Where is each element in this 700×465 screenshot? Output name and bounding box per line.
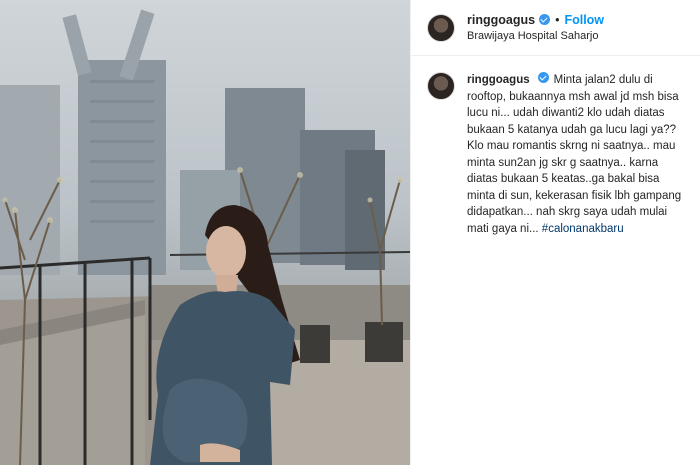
caption-text-block: ringgoagus Minta jalan2 dulu di rooftop, … — [467, 72, 684, 237]
tower-left — [78, 60, 166, 275]
caption-username-link[interactable]: ringgoagus — [467, 74, 530, 86]
caption-comment: ringgoagus Minta jalan2 dulu di rooftop, … — [411, 56, 700, 237]
post-header-meta: ringgoagus • Follow Brawijaya Hospital S… — [467, 12, 604, 44]
hashtag-link[interactable]: #calonanakbaru — [542, 223, 624, 235]
separator-dot: • — [555, 12, 560, 27]
post-header: ringgoagus • Follow Brawijaya Hospital S… — [411, 0, 700, 56]
avatar[interactable] — [427, 72, 455, 100]
avatar[interactable] — [427, 13, 455, 42]
post-photo[interactable] — [0, 0, 410, 465]
face — [206, 226, 246, 278]
post-header-row: ringgoagus • Follow — [467, 12, 604, 28]
caption-text: Minta jalan2 dulu di rooftop, bukaannya … — [467, 74, 682, 235]
verified-badge-icon — [539, 14, 551, 25]
follow-button[interactable]: Follow — [564, 12, 604, 28]
verified-badge-icon — [537, 72, 549, 83]
post-side-panel: ringgoagus • Follow Brawijaya Hospital S… — [410, 0, 700, 465]
username-link[interactable]: ringgoagus — [467, 12, 535, 28]
location-link[interactable]: Brawijaya Hospital Saharjo — [467, 28, 604, 44]
photo-illustration — [0, 9, 410, 465]
